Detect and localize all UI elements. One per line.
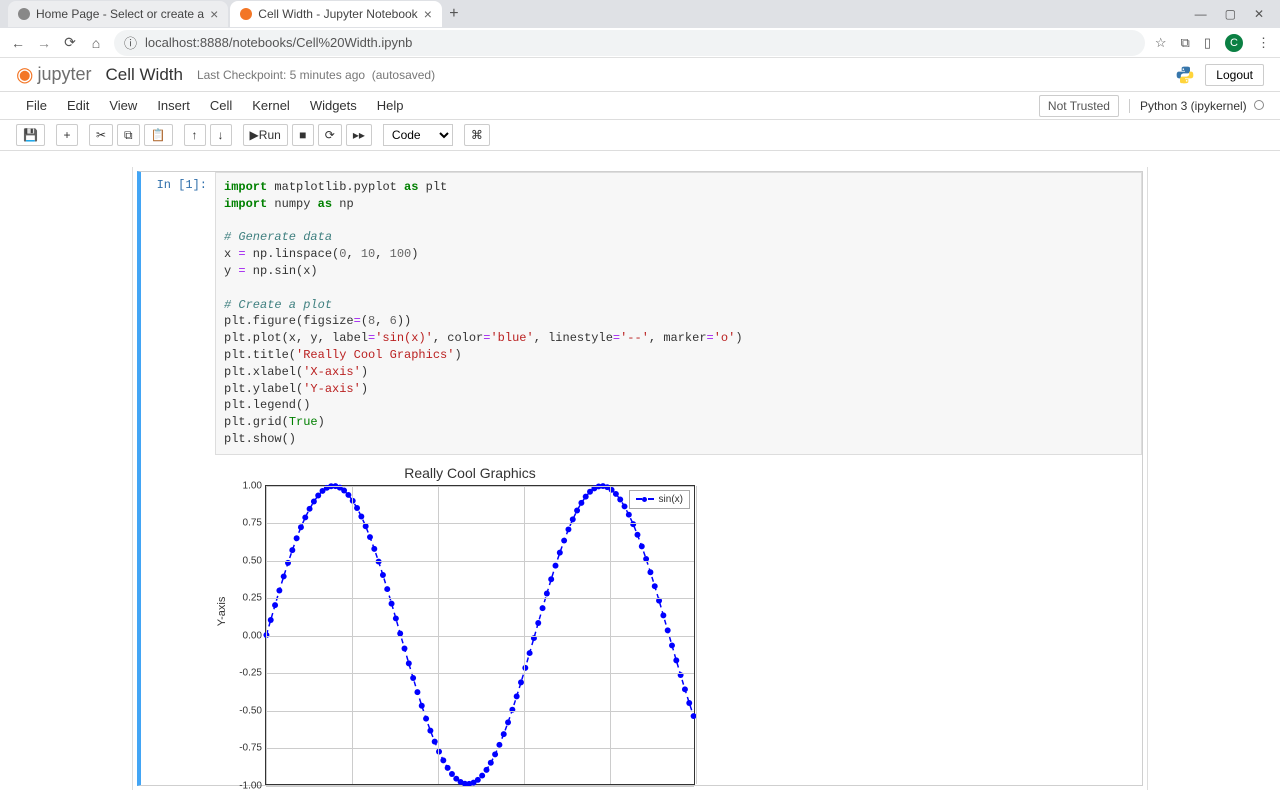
cut-button[interactable]: ✂ xyxy=(89,124,113,146)
code-cell[interactable]: In [1]: import matplotlib.pyplot as plt … xyxy=(137,171,1143,786)
move-up-button[interactable]: ↑ xyxy=(184,124,206,146)
profile-avatar[interactable]: C xyxy=(1225,34,1243,52)
new-tab-button[interactable]: + xyxy=(444,5,464,23)
jupyter-toolbar: 💾 + ✂ ⧉ 📋 ↑ ↓ ▶ Run ■ ⟳ ▸▸ Code ⌘ xyxy=(0,120,1280,151)
run-button[interactable]: ▶ Run xyxy=(243,124,288,146)
notebook-container: In [1]: import matplotlib.pyplot as plt … xyxy=(0,151,1280,806)
save-button[interactable]: 💾 xyxy=(16,124,45,146)
chart-axes: Y-axis sin(x) -1.00-0.75-0.50-0.250.000.… xyxy=(265,485,695,785)
window-controls: — ▢ ✕ xyxy=(1195,7,1272,21)
cell-type-select[interactable]: Code xyxy=(383,124,453,146)
interrupt-button[interactable]: ■ xyxy=(292,124,314,146)
minimize-icon[interactable]: — xyxy=(1195,7,1207,21)
menu-file[interactable]: File xyxy=(16,94,57,117)
kernel-indicator[interactable]: Python 3 (ipykernel) xyxy=(1129,99,1264,113)
move-down-button[interactable]: ↓ xyxy=(210,124,232,146)
checkpoint-status: Last Checkpoint: 5 minutes ago (autosave… xyxy=(197,68,435,82)
menu-cell[interactable]: Cell xyxy=(200,94,242,117)
browser-tab-notebook[interactable]: Cell Width - Jupyter Notebook × xyxy=(230,1,442,27)
restart-run-all-button[interactable]: ▸▸ xyxy=(346,124,372,146)
chart-title: Really Cool Graphics xyxy=(215,465,695,481)
menu-insert[interactable]: Insert xyxy=(147,94,200,117)
home-icon[interactable]: ⌂ xyxy=(88,35,104,51)
panel-icon[interactable]: ▯ xyxy=(1204,35,1211,51)
menu-help[interactable]: Help xyxy=(367,94,414,117)
jupyter-favicon xyxy=(18,8,30,20)
cell-output: Really Cool Graphics Y-axis sin(x) -1.00… xyxy=(215,455,1142,785)
chrome-url-bar: ← → ⟳ ⌂ ⓘ localhost:8888/notebooks/Cell%… xyxy=(0,28,1280,58)
back-icon[interactable]: ← xyxy=(10,35,26,51)
add-cell-button[interactable]: + xyxy=(56,124,78,146)
menu-edit[interactable]: Edit xyxy=(57,94,99,117)
menu-widgets[interactable]: Widgets xyxy=(300,94,367,117)
url-input[interactable]: ⓘ localhost:8888/notebooks/Cell%20Width.… xyxy=(114,30,1145,56)
close-icon[interactable]: × xyxy=(210,6,218,22)
jupyter-menu-bar: File Edit View Insert Cell Kernel Widget… xyxy=(0,92,1280,120)
extension-icon[interactable]: ⧉ xyxy=(1181,35,1190,51)
paste-button[interactable]: 📋 xyxy=(144,124,173,146)
copy-button[interactable]: ⧉ xyxy=(117,124,140,146)
notebook-name[interactable]: Cell Width xyxy=(105,65,182,85)
notebook-favicon xyxy=(240,8,252,20)
menu-kernel[interactable]: Kernel xyxy=(242,94,300,117)
logout-button[interactable]: Logout xyxy=(1205,64,1264,86)
plot-canvas xyxy=(266,486,694,784)
site-info-icon[interactable]: ⓘ xyxy=(124,33,137,52)
bookmark-icon[interactable]: ☆ xyxy=(1155,35,1167,51)
browser-tab-home[interactable]: Home Page - Select or create a × xyxy=(8,1,228,27)
trust-indicator[interactable]: Not Trusted xyxy=(1039,95,1119,117)
maximize-icon[interactable]: ▢ xyxy=(1225,7,1236,21)
command-palette-button[interactable]: ⌘ xyxy=(464,124,490,146)
menu-view[interactable]: View xyxy=(99,94,147,117)
forward-icon[interactable]: → xyxy=(36,35,52,51)
jupyter-logo-icon: ◉ xyxy=(16,62,33,87)
y-axis-label: Y-axis xyxy=(216,596,228,626)
kernel-busy-icon xyxy=(1254,100,1264,110)
chrome-menu-icon[interactable]: ⋮ xyxy=(1257,35,1270,51)
chrome-tab-strip: Home Page - Select or create a × Cell Wi… xyxy=(0,0,1280,28)
jupyter-logo[interactable]: ◉ jupyter xyxy=(16,62,91,87)
matplotlib-figure: Really Cool Graphics Y-axis sin(x) -1.00… xyxy=(215,465,695,785)
url-text: localhost:8888/notebooks/Cell%20Width.ip… xyxy=(145,35,412,50)
reload-icon[interactable]: ⟳ xyxy=(62,34,78,51)
tab-title: Cell Width - Jupyter Notebook xyxy=(258,7,417,21)
close-window-icon[interactable]: ✕ xyxy=(1254,7,1264,21)
input-prompt: In [1]: xyxy=(141,172,215,785)
jupyter-header: ◉ jupyter Cell Width Last Checkpoint: 5 … xyxy=(0,58,1280,92)
python-logo-icon xyxy=(1175,65,1195,85)
restart-button[interactable]: ⟳ xyxy=(318,124,342,146)
code-editor[interactable]: import matplotlib.pyplot as plt import n… xyxy=(215,172,1142,455)
close-icon[interactable]: × xyxy=(424,6,432,22)
tab-title: Home Page - Select or create a xyxy=(36,7,204,21)
